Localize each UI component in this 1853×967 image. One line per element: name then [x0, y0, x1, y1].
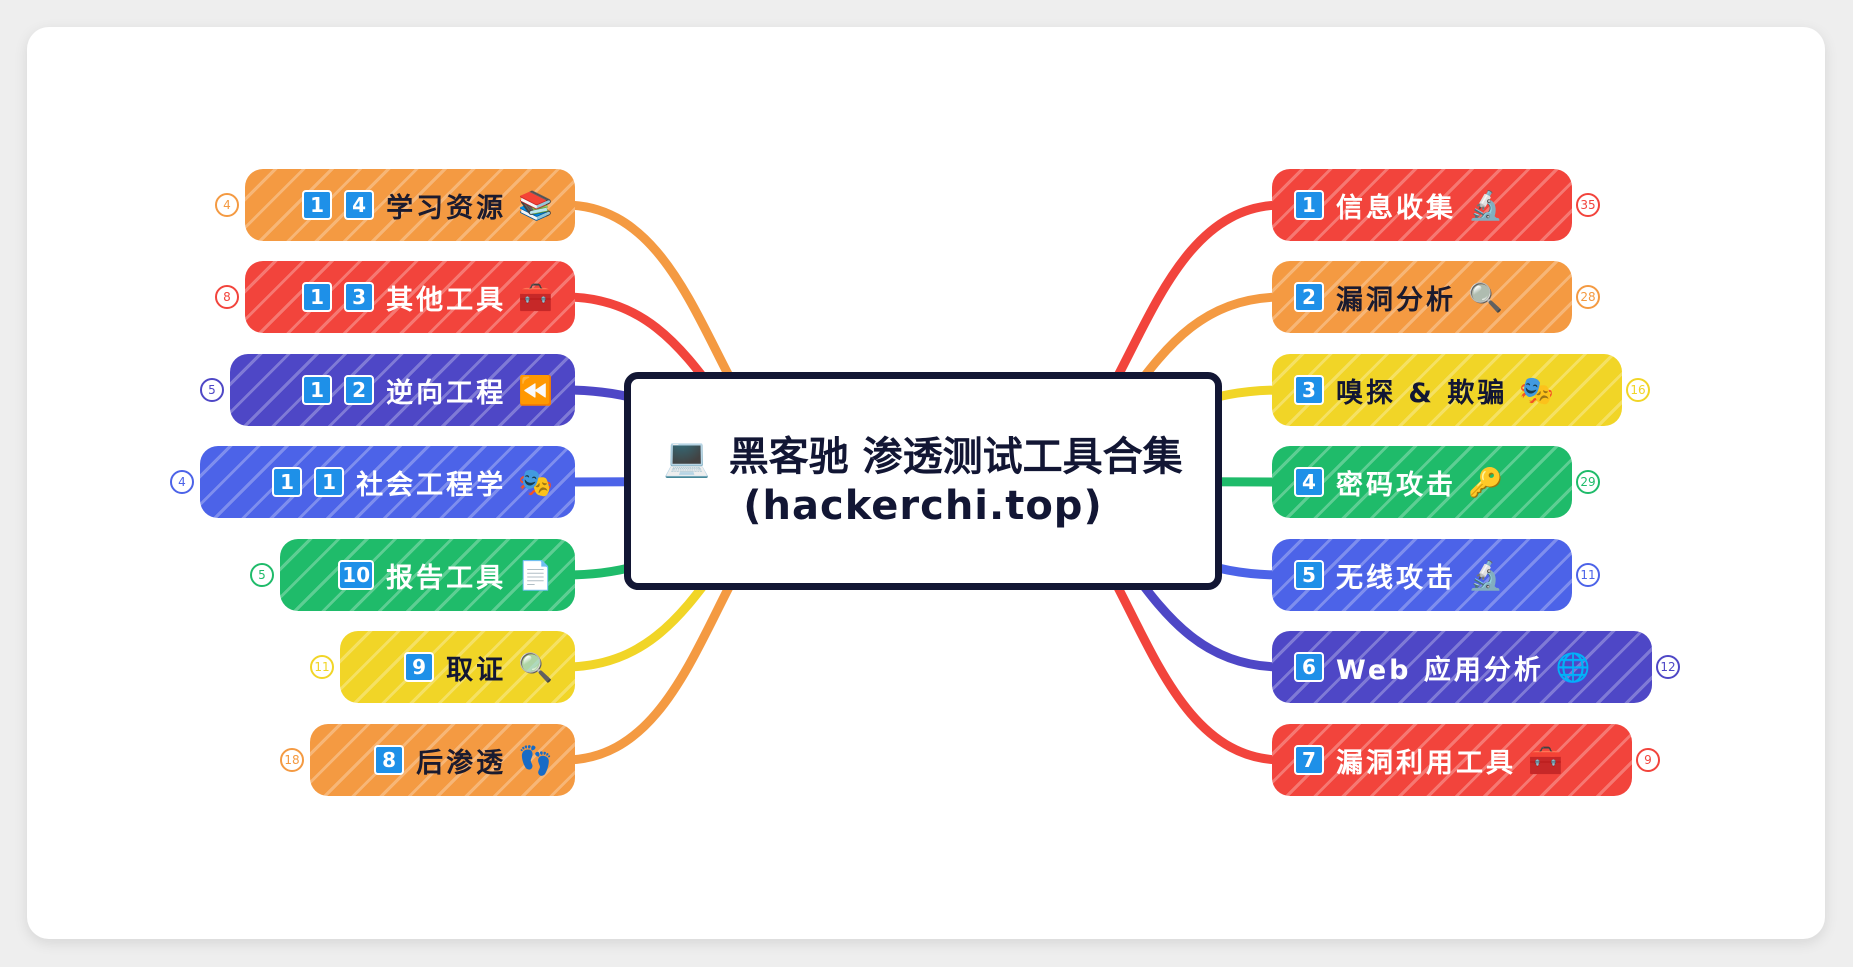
number-badge: 1: [302, 282, 333, 312]
branch-label: 无线攻击: [1336, 562, 1456, 594]
right-branch-4[interactable]: 4 密码攻击 🔑: [1272, 446, 1572, 518]
number-badge: 2: [344, 375, 375, 405]
number-badge: 1: [272, 467, 303, 497]
branch-label: 漏洞分析: [1336, 284, 1456, 316]
branch-emoji-icon: 📄: [518, 558, 553, 592]
number-badge: 9: [404, 652, 435, 682]
central-topic[interactable]: 💻 黑客驰 渗透测试工具合集 (hackerchi.top): [624, 372, 1222, 590]
number-badge: 5: [1294, 560, 1324, 590]
child-count-badge[interactable]: 29: [1576, 470, 1600, 494]
child-count-badge[interactable]: 35: [1576, 193, 1600, 217]
child-count-badge[interactable]: 28: [1576, 285, 1600, 309]
child-count-badge[interactable]: 4: [170, 470, 194, 494]
branch-emoji-icon: 👣: [518, 743, 553, 777]
branch-emoji-icon: 🧰: [518, 280, 553, 314]
left-branch-7[interactable]: 8 后渗透 👣: [310, 724, 575, 796]
branch-label: 逆向工程: [386, 377, 507, 409]
left-branch-1[interactable]: 1 4 学习资源 📚: [245, 169, 575, 241]
branch-emoji-icon: 🎭: [518, 465, 553, 499]
branch-emoji-icon: 🔍: [518, 650, 553, 684]
number-badge: 3: [344, 282, 375, 312]
right-branch-3[interactable]: 3 嗅探 & 欺骗 🎭: [1272, 354, 1622, 426]
child-count-badge[interactable]: 16: [1626, 378, 1650, 402]
laptop-icon: 💻: [663, 435, 711, 479]
branch-label: 后渗透: [416, 747, 507, 779]
child-count-badge[interactable]: 4: [215, 193, 239, 217]
child-count-badge[interactable]: 5: [250, 563, 274, 587]
number-badge: 1: [1294, 190, 1324, 220]
number-badge: 1: [314, 467, 345, 497]
branch-label: 学习资源: [386, 192, 507, 224]
number-badge: 2: [1294, 282, 1324, 312]
branch-emoji-icon: 📚: [518, 188, 553, 222]
branch-emoji-icon: 🔍: [1468, 280, 1503, 314]
branch-label: 信息收集: [1336, 192, 1456, 224]
central-topic-subtitle: (hackerchi.top): [743, 483, 1103, 529]
branch-emoji-icon: 🔬: [1468, 188, 1503, 222]
branch-emoji-icon: 🔬: [1468, 558, 1503, 592]
number-badge: 3: [1294, 375, 1324, 405]
branch-emoji-icon: 🧰: [1528, 743, 1563, 777]
right-branch-2[interactable]: 2 漏洞分析 🔍: [1272, 261, 1572, 333]
branch-label: 其他工具: [386, 284, 507, 316]
number-badge: 10: [338, 560, 375, 590]
left-branch-4[interactable]: 1 1 社会工程学 🎭: [200, 446, 575, 518]
branch-emoji-icon: ⏪: [518, 373, 553, 407]
left-branch-6[interactable]: 9 取证 🔍: [340, 631, 575, 703]
branch-label: 漏洞利用工具: [1336, 747, 1516, 779]
left-branch-3[interactable]: 1 2 逆向工程 ⏪: [230, 354, 575, 426]
branch-label: Web 应用分析: [1336, 654, 1544, 686]
number-badge: 8: [374, 745, 405, 775]
branch-label: 嗅探 & 欺骗: [1336, 377, 1508, 409]
child-count-badge[interactable]: 8: [215, 285, 239, 309]
child-count-badge[interactable]: 11: [310, 655, 334, 679]
branch-emoji-icon: 🌐: [1555, 650, 1591, 684]
branch-label: 取证: [446, 654, 507, 686]
number-badge: 1: [302, 190, 333, 220]
branch-label: 报告工具: [386, 562, 507, 594]
child-count-badge[interactable]: 9: [1636, 748, 1660, 772]
right-branch-7[interactable]: 7 漏洞利用工具 🧰: [1272, 724, 1632, 796]
branch-emoji-icon: 🔑: [1468, 465, 1503, 499]
right-branch-5[interactable]: 5 无线攻击 🔬: [1272, 539, 1572, 611]
child-count-badge[interactable]: 11: [1576, 563, 1600, 587]
left-branch-2[interactable]: 1 3 其他工具 🧰: [245, 261, 575, 333]
central-topic-title: 黑客驰 渗透测试工具合集: [728, 434, 1183, 480]
right-branch-6[interactable]: 6 Web 应用分析 🌐: [1272, 631, 1652, 703]
number-badge: 4: [344, 190, 375, 220]
right-branch-1[interactable]: 1 信息收集 🔬: [1272, 169, 1572, 241]
branch-emoji-icon: 🎭: [1519, 373, 1555, 407]
child-count-badge[interactable]: 5: [200, 378, 224, 402]
left-branch-5[interactable]: 10 报告工具 📄: [280, 539, 575, 611]
number-badge: 4: [1294, 467, 1324, 497]
number-badge: 1: [302, 375, 333, 405]
branch-label: 社会工程学: [356, 469, 507, 501]
number-badge: 6: [1294, 652, 1324, 682]
number-badge: 7: [1294, 745, 1324, 775]
child-count-badge[interactable]: 18: [280, 748, 304, 772]
branch-label: 密码攻击: [1336, 469, 1456, 501]
child-count-badge[interactable]: 12: [1656, 655, 1680, 679]
